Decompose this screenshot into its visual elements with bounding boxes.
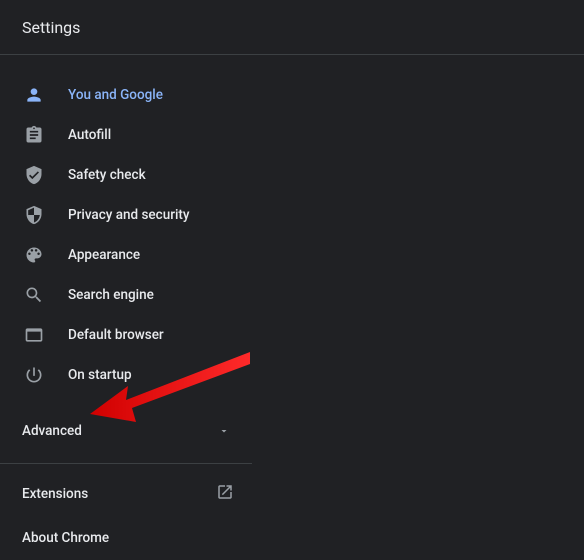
- shield-check-icon: [24, 165, 44, 185]
- sidebar-item-privacy-security[interactable]: Privacy and security: [0, 195, 252, 235]
- extensions-label: Extensions: [22, 486, 88, 502]
- settings-header: Settings: [0, 0, 584, 55]
- advanced-label: Advanced: [22, 423, 82, 439]
- open-in-new-icon: [216, 483, 234, 505]
- power-icon: [24, 365, 44, 385]
- sidebar-item-extensions[interactable]: Extensions: [0, 472, 252, 516]
- sidebar-item-default-browser[interactable]: Default browser: [0, 315, 252, 355]
- advanced-section-toggle[interactable]: Advanced: [0, 407, 252, 455]
- sidebar-item-safety-check[interactable]: Safety check: [0, 155, 252, 195]
- search-icon: [24, 285, 44, 305]
- divider: [0, 463, 252, 464]
- person-icon: [24, 85, 44, 105]
- sidebar-item-about-chrome[interactable]: About Chrome: [0, 516, 252, 560]
- clipboard-icon: [24, 125, 44, 145]
- sidebar-item-on-startup[interactable]: On startup: [0, 355, 252, 395]
- sidebar-item-label: Safety check: [68, 167, 146, 183]
- about-chrome-label: About Chrome: [22, 530, 109, 546]
- sidebar-item-label: On startup: [68, 367, 132, 383]
- sidebar-item-label: Appearance: [68, 247, 140, 263]
- sidebar-item-label: Autofill: [68, 127, 111, 143]
- page-title: Settings: [22, 18, 80, 37]
- browser-icon: [24, 325, 44, 345]
- sidebar-item-autofill[interactable]: Autofill: [0, 115, 252, 155]
- sidebar-item-appearance[interactable]: Appearance: [0, 235, 252, 275]
- sidebar-item-you-and-google[interactable]: You and Google: [0, 75, 252, 115]
- settings-sidebar: You and Google Autofill Safety check Pri…: [0, 69, 252, 560]
- palette-icon: [24, 245, 44, 265]
- sidebar-item-label: Search engine: [68, 287, 154, 303]
- sidebar-item-search-engine[interactable]: Search engine: [0, 275, 252, 315]
- shield-icon: [24, 205, 44, 225]
- sidebar-item-label: Privacy and security: [68, 207, 190, 223]
- chevron-down-icon: [218, 422, 230, 441]
- sidebar-item-label: Default browser: [68, 327, 164, 343]
- sidebar-item-label: You and Google: [68, 87, 163, 103]
